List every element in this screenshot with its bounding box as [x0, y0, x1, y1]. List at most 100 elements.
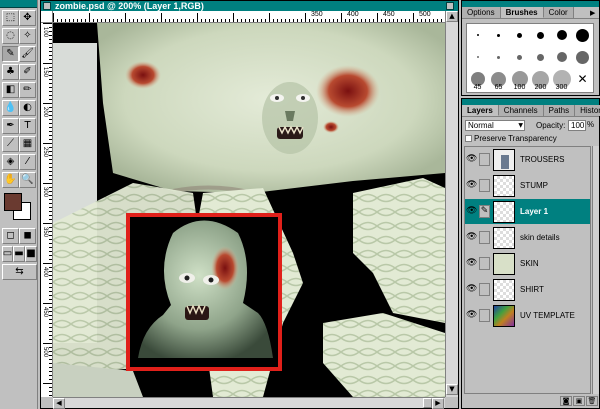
new-layer-set-button[interactable]: ◙ — [560, 396, 572, 406]
eye-icon[interactable]: 👁 — [466, 206, 477, 217]
brush-preset[interactable] — [488, 24, 509, 46]
tab-history[interactable]: History — [575, 105, 600, 116]
link-box[interactable] — [479, 309, 490, 322]
layer-row-trousers[interactable]: 👁 TROUSERS — [465, 147, 590, 173]
trash-icon: 🗑 — [587, 397, 597, 405]
measure-tool-button[interactable]: ⟋ — [2, 136, 19, 152]
delete-layer-button[interactable]: 🗑 — [586, 396, 598, 406]
eyedropper-tool-button[interactable]: ⁄ — [19, 154, 36, 170]
new-layer-button[interactable]: ▣ — [573, 396, 585, 406]
ruler-origin[interactable] — [41, 11, 53, 23]
scroll-up-button[interactable]: ▲ — [446, 11, 458, 22]
type-tool-button[interactable]: T — [19, 118, 36, 134]
tab-brushes[interactable]: Brushes — [500, 7, 544, 18]
layer-row-skin-details[interactable]: 👁 skin details — [465, 225, 590, 251]
eye-icon[interactable]: 👁 — [466, 232, 477, 243]
brush-preset[interactable] — [572, 46, 593, 68]
layer-row-shirt[interactable]: 👁 SHIRT — [465, 277, 590, 303]
image-canvas[interactable] — [53, 23, 445, 397]
scroll-thumb[interactable] — [423, 398, 432, 408]
layer-row-skin[interactable]: 👁 SKIN — [465, 251, 590, 277]
zoom-box-icon[interactable] — [446, 2, 454, 10]
eraser-tool-button[interactable]: ◧ — [2, 82, 19, 98]
preserve-transparency-row[interactable]: Preserve Transparency — [465, 134, 557, 144]
pen-tool-button[interactable]: ✒ — [2, 118, 19, 134]
scroll-left-button[interactable]: ◀ — [53, 398, 65, 409]
airbrush-icon: ✎ — [6, 48, 15, 59]
layer-row-layer-1[interactable]: 👁 ✎ Layer 1 — [465, 199, 590, 225]
blur-tool-button[interactable]: 💧 — [2, 100, 19, 116]
layers-palette: Layers Channels Paths History Normal ▼ Op… — [461, 98, 600, 409]
link-box[interactable] — [479, 283, 490, 296]
scroll-right-button[interactable]: ▶ — [432, 398, 444, 409]
document-title[interactable]: zombie.psd @ 200% (Layer 1,RGB) — [41, 1, 458, 11]
dodge-tool-button[interactable]: ◐ — [19, 100, 36, 116]
hand-tool-button[interactable]: ✋ — [2, 172, 19, 188]
marquee-tool-button[interactable]: ⬚ — [2, 10, 19, 26]
brush-preset[interactable] — [530, 46, 551, 68]
brush-preset[interactable] — [572, 24, 593, 46]
zoom-tool-button[interactable]: 🔍 — [19, 172, 36, 188]
brush-preset-custom[interactable]: ✕ — [572, 68, 593, 90]
tab-paths[interactable]: Paths — [543, 105, 576, 116]
blend-mode-select[interactable]: Normal ▼ — [465, 120, 525, 131]
eye-icon[interactable]: 👁 — [466, 284, 477, 295]
move-tool-button[interactable]: ✥ — [19, 10, 36, 26]
layer-row-stump[interactable]: 👁 STUMP — [465, 173, 590, 199]
eye-icon[interactable]: 👁 — [466, 310, 477, 321]
screen-mode-full-black-icon: ■ — [26, 248, 36, 259]
preserve-transparency-checkbox[interactable] — [465, 135, 472, 143]
brush-link-icon[interactable]: ✎ — [479, 205, 490, 218]
brush-preset[interactable] — [551, 46, 572, 68]
history-brush-tool-button[interactable]: ✐ — [19, 64, 36, 80]
brush-preset[interactable] — [467, 46, 488, 68]
arrow-right-icon: ▶ — [435, 399, 441, 407]
magic-wand-tool-button[interactable]: ✧ — [19, 28, 36, 44]
brush-preset[interactable] — [509, 24, 530, 46]
brush-preset[interactable] — [530, 24, 551, 46]
paint-bucket-tool-button[interactable]: ◈ — [2, 154, 19, 170]
tab-color[interactable]: Color — [543, 7, 574, 18]
screen-mode-full-menu-button[interactable]: ■ — [25, 246, 37, 262]
zombie-uv-texture — [53, 23, 445, 397]
eye-icon[interactable]: 👁 — [466, 154, 477, 165]
foreground-color-swatch[interactable] — [4, 193, 22, 211]
pencil-tool-button[interactable]: ✏ — [19, 82, 36, 98]
link-box[interactable] — [479, 179, 490, 192]
ruler-label: 200 — [42, 107, 48, 118]
lasso-tool-button[interactable]: ◌ — [2, 28, 19, 44]
layer-row-uv-template[interactable]: 👁 UV TEMPLATE — [465, 303, 590, 329]
brush-preset[interactable] — [488, 46, 509, 68]
layers-scrollbar[interactable] — [592, 146, 599, 394]
screen-mode-standard-button[interactable]: ▭ — [2, 246, 13, 262]
link-box[interactable] — [479, 257, 490, 270]
rubber-stamp-tool-button[interactable]: ♣ — [2, 64, 19, 80]
opacity-input[interactable]: 100 — [568, 120, 586, 131]
palette-menu-arrow-icon[interactable]: ▶ — [590, 9, 595, 17]
brush-preset[interactable] — [509, 46, 530, 68]
link-box[interactable] — [479, 153, 490, 166]
brush-preset[interactable] — [467, 24, 488, 46]
gradient-tool-button[interactable]: ▦ — [19, 136, 36, 152]
paintbrush-tool-button[interactable]: 🖌 — [19, 46, 36, 62]
brush-preset[interactable] — [551, 24, 572, 46]
tab-layers[interactable]: Layers — [462, 105, 499, 116]
quick-mask-on-button[interactable]: ◼ — [19, 228, 36, 244]
close-box-icon[interactable] — [43, 2, 51, 10]
jump-to-imageready-button[interactable]: ⇆ — [2, 264, 37, 280]
arrow-down-icon: ▼ — [449, 385, 455, 393]
toolbox-titlebar[interactable] — [0, 0, 37, 8]
scroll-down-button[interactable]: ▼ — [446, 384, 458, 395]
tab-channels[interactable]: Channels — [498, 105, 544, 116]
link-box[interactable] — [479, 231, 490, 244]
zoom-icon: 🔍 — [21, 174, 34, 185]
tab-options[interactable]: Options — [462, 7, 501, 18]
screen-mode-full-button[interactable]: ▬ — [13, 246, 25, 262]
quick-mask-off-button[interactable]: ◻ — [2, 228, 19, 244]
eye-icon[interactable]: 👁 — [466, 258, 477, 269]
ruler-label: 350 — [42, 227, 48, 238]
eye-icon[interactable]: 👁 — [466, 180, 477, 191]
horizontal-scrollbar[interactable]: ◀ ▶ — [53, 397, 445, 409]
vertical-scrollbar[interactable]: ▲ ▼ — [445, 11, 458, 397]
airbrush-tool-button[interactable]: ✎ — [2, 46, 19, 62]
